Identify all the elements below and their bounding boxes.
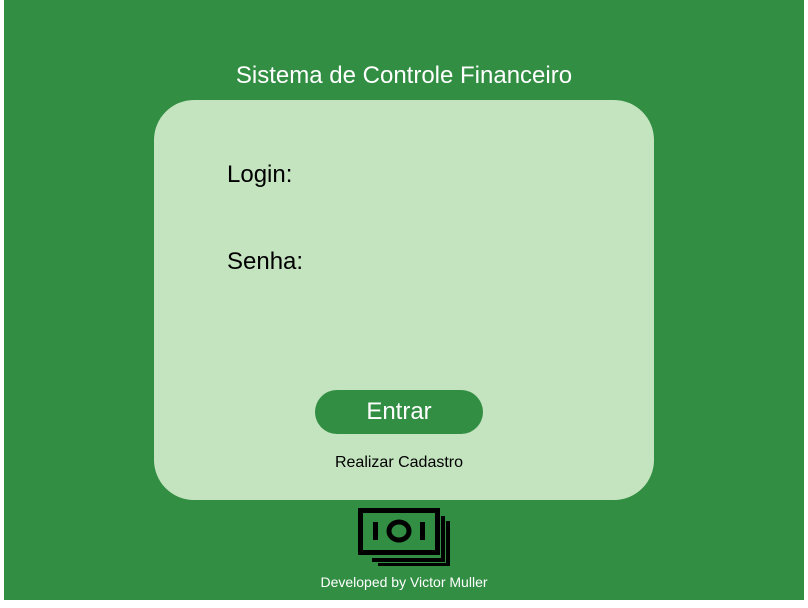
register-link[interactable]: Realizar Cadastro [154, 453, 644, 473]
developer-credit: Developed by Victor Muller [320, 574, 488, 590]
password-input[interactable] [314, 246, 578, 280]
enter-button[interactable]: Entrar [315, 390, 483, 434]
login-label: Login: [227, 161, 293, 188]
login-card: Login: Senha: Entrar Realizar Cadastro [154, 100, 654, 500]
app-background: Sistema de Controle Financeiro Login: Se… [4, 0, 804, 600]
page-title: Sistema de Controle Financeiro [235, 62, 573, 89]
money-icon [358, 508, 450, 566]
password-label: Senha: [227, 248, 304, 275]
login-input[interactable] [314, 159, 578, 193]
